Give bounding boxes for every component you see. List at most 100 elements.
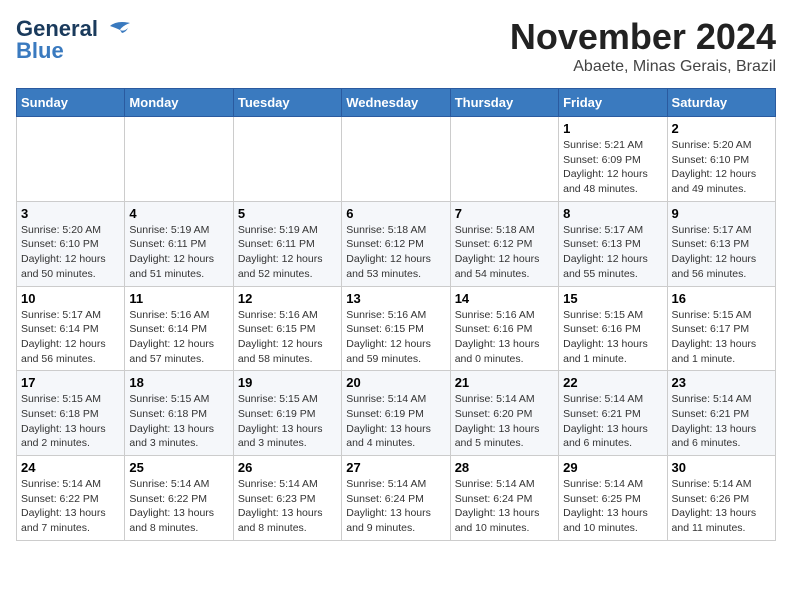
day-info: Sunrise: 5:14 AM Sunset: 6:22 PM Dayligh… [21,477,120,536]
calendar-cell: 12Sunrise: 5:16 AM Sunset: 6:15 PM Dayli… [233,286,341,371]
calendar-body: 1 Sunrise: 5:21 AM Sunset: 6:09 PM Daylig… [17,117,776,541]
day-number: 26 [238,460,337,475]
day-info: Sunrise: 5:19 AM Sunset: 6:11 PM Dayligh… [238,223,337,282]
day-number: 15 [563,291,662,306]
day-number: 12 [238,291,337,306]
day-info: Sunrise: 5:14 AM Sunset: 6:21 PM Dayligh… [672,392,771,451]
day-info: Sunrise: 5:17 AM Sunset: 6:13 PM Dayligh… [563,223,662,282]
calendar-cell: 3 Sunrise: 5:20 AM Sunset: 6:10 PM Daylig… [17,201,125,286]
day-number: 30 [672,460,771,475]
day-number: 27 [346,460,445,475]
day-number: 9 [672,206,771,221]
logo: General Blue [16,16,132,64]
calendar-cell: 9 Sunrise: 5:17 AM Sunset: 6:13 PM Daylig… [667,201,775,286]
week-row-5: 24 Sunrise: 5:14 AM Sunset: 6:22 PM Dayli… [17,456,776,541]
day-number: 8 [563,206,662,221]
calendar-cell: 2Sunrise: 5:20 AM Sunset: 6:10 PM Daylig… [667,117,775,202]
calendar-cell: 15 Sunrise: 5:15 AM Sunset: 6:16 PM Dayli… [559,286,667,371]
day-header-thursday: Thursday [450,89,558,117]
day-number: 10 [21,291,120,306]
calendar-cell: 7 Sunrise: 5:18 AM Sunset: 6:12 PM Daylig… [450,201,558,286]
calendar-cell [125,117,233,202]
day-info: Sunrise: 5:16 AM Sunset: 6:15 PM Dayligh… [346,308,445,367]
day-header-sunday: Sunday [17,89,125,117]
day-info: Sunrise: 5:14 AM Sunset: 6:21 PM Dayligh… [563,392,662,451]
logo-blue: Blue [16,38,64,64]
calendar-cell: 29Sunrise: 5:14 AM Sunset: 6:25 PM Dayli… [559,456,667,541]
day-info: Sunrise: 5:16 AM Sunset: 6:16 PM Dayligh… [455,308,554,367]
calendar-header: SundayMondayTuesdayWednesdayThursdayFrid… [17,89,776,117]
day-info: Sunrise: 5:18 AM Sunset: 6:12 PM Dayligh… [455,223,554,282]
day-info: Sunrise: 5:17 AM Sunset: 6:13 PM Dayligh… [672,223,771,282]
day-number: 16 [672,291,771,306]
calendar-cell: 4 Sunrise: 5:19 AM Sunset: 6:11 PM Daylig… [125,201,233,286]
day-info: Sunrise: 5:14 AM Sunset: 6:26 PM Dayligh… [672,477,771,536]
day-info: Sunrise: 5:14 AM Sunset: 6:22 PM Dayligh… [129,477,228,536]
calendar-cell [450,117,558,202]
calendar-cell: 8 Sunrise: 5:17 AM Sunset: 6:13 PM Daylig… [559,201,667,286]
calendar-cell: 24 Sunrise: 5:14 AM Sunset: 6:22 PM Dayli… [17,456,125,541]
day-number: 17 [21,375,120,390]
day-number: 25 [129,460,228,475]
calendar-cell: 20Sunrise: 5:14 AM Sunset: 6:19 PM Dayli… [342,371,450,456]
calendar-cell: 28Sunrise: 5:14 AM Sunset: 6:24 PM Dayli… [450,456,558,541]
day-info: Sunrise: 5:20 AM Sunset: 6:10 PM Dayligh… [21,223,120,282]
calendar-cell: 6Sunrise: 5:18 AM Sunset: 6:12 PM Daylig… [342,201,450,286]
calendar-cell [233,117,341,202]
calendar-cell: 11 Sunrise: 5:16 AM Sunset: 6:14 PM Dayli… [125,286,233,371]
day-number: 3 [21,206,120,221]
day-number: 1 [563,121,662,136]
day-info: Sunrise: 5:18 AM Sunset: 6:12 PM Dayligh… [346,223,445,282]
day-number: 7 [455,206,554,221]
day-header-friday: Friday [559,89,667,117]
day-number: 5 [238,206,337,221]
calendar-cell: 16 Sunrise: 5:15 AM Sunset: 6:17 PM Dayli… [667,286,775,371]
logo-bird-icon [102,18,132,40]
week-row-3: 10 Sunrise: 5:17 AM Sunset: 6:14 PM Dayli… [17,286,776,371]
calendar-cell [342,117,450,202]
day-info: Sunrise: 5:14 AM Sunset: 6:20 PM Dayligh… [455,392,554,451]
header: General Blue November 2024 Abaete, Minas… [16,16,776,76]
calendar-cell: 18 Sunrise: 5:15 AM Sunset: 6:18 PM Dayli… [125,371,233,456]
day-info: Sunrise: 5:16 AM Sunset: 6:14 PM Dayligh… [129,308,228,367]
day-info: Sunrise: 5:15 AM Sunset: 6:17 PM Dayligh… [672,308,771,367]
month-title: November 2024 [510,16,776,58]
day-number: 24 [21,460,120,475]
day-info: Sunrise: 5:15 AM Sunset: 6:18 PM Dayligh… [129,392,228,451]
calendar-cell: 25 Sunrise: 5:14 AM Sunset: 6:22 PM Dayli… [125,456,233,541]
day-info: Sunrise: 5:19 AM Sunset: 6:11 PM Dayligh… [129,223,228,282]
day-header-row: SundayMondayTuesdayWednesdayThursdayFrid… [17,89,776,117]
calendar-cell: 14Sunrise: 5:16 AM Sunset: 6:16 PM Dayli… [450,286,558,371]
calendar-cell: 13Sunrise: 5:16 AM Sunset: 6:15 PM Dayli… [342,286,450,371]
day-info: Sunrise: 5:15 AM Sunset: 6:18 PM Dayligh… [21,392,120,451]
day-number: 19 [238,375,337,390]
calendar-cell: 17 Sunrise: 5:15 AM Sunset: 6:18 PM Dayli… [17,371,125,456]
calendar-cell: 30 Sunrise: 5:14 AM Sunset: 6:26 PM Dayli… [667,456,775,541]
calendar-cell: 21 Sunrise: 5:14 AM Sunset: 6:20 PM Dayli… [450,371,558,456]
day-info: Sunrise: 5:21 AM Sunset: 6:09 PM Dayligh… [563,138,662,197]
location: Abaete, Minas Gerais, Brazil [510,58,776,76]
day-number: 18 [129,375,228,390]
calendar: SundayMondayTuesdayWednesdayThursdayFrid… [16,88,776,541]
day-info: Sunrise: 5:14 AM Sunset: 6:19 PM Dayligh… [346,392,445,451]
week-row-2: 3 Sunrise: 5:20 AM Sunset: 6:10 PM Daylig… [17,201,776,286]
day-header-tuesday: Tuesday [233,89,341,117]
day-number: 11 [129,291,228,306]
day-info: Sunrise: 5:15 AM Sunset: 6:19 PM Dayligh… [238,392,337,451]
day-number: 23 [672,375,771,390]
calendar-cell: 5 Sunrise: 5:19 AM Sunset: 6:11 PM Daylig… [233,201,341,286]
calendar-cell: 23 Sunrise: 5:14 AM Sunset: 6:21 PM Dayli… [667,371,775,456]
day-header-saturday: Saturday [667,89,775,117]
calendar-cell: 22 Sunrise: 5:14 AM Sunset: 6:21 PM Dayli… [559,371,667,456]
day-number: 21 [455,375,554,390]
day-number: 28 [455,460,554,475]
calendar-cell: 1 Sunrise: 5:21 AM Sunset: 6:09 PM Daylig… [559,117,667,202]
day-number: 4 [129,206,228,221]
day-number: 22 [563,375,662,390]
day-header-monday: Monday [125,89,233,117]
calendar-cell: 19 Sunrise: 5:15 AM Sunset: 6:19 PM Dayli… [233,371,341,456]
day-number: 2 [672,121,771,136]
day-info: Sunrise: 5:15 AM Sunset: 6:16 PM Dayligh… [563,308,662,367]
day-info: Sunrise: 5:17 AM Sunset: 6:14 PM Dayligh… [21,308,120,367]
title-section: November 2024 Abaete, Minas Gerais, Braz… [510,16,776,76]
